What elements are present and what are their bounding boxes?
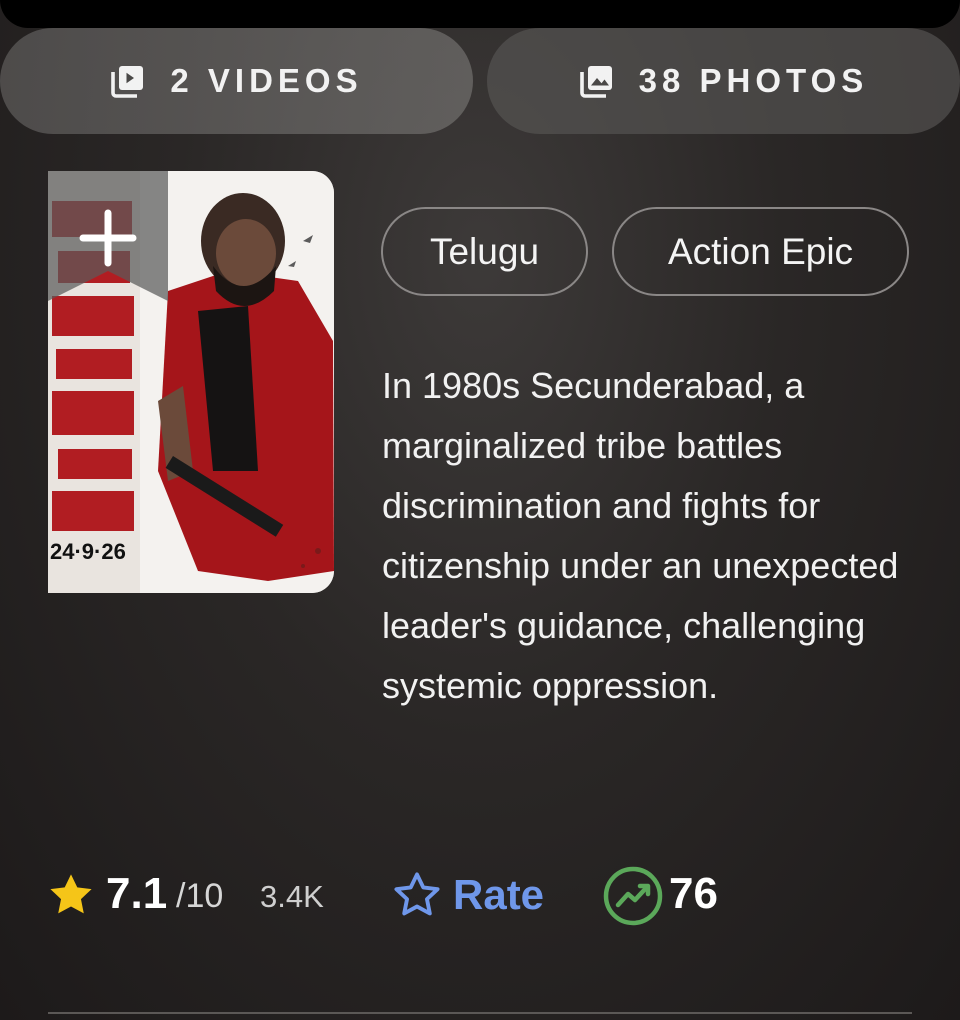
vote-count: 3.4K [260, 879, 324, 914]
rating-row: 7.1 /10 3.4K Rate 76 [44, 865, 924, 927]
photos-button[interactable]: 38 PHOTOS [487, 28, 960, 134]
popularity-rank[interactable]: 76 [669, 869, 718, 919]
add-to-watchlist-button[interactable] [48, 171, 168, 301]
section-divider [48, 1012, 912, 1014]
star-filled-icon [50, 874, 92, 914]
top-bar-edge [0, 0, 960, 28]
rate-button[interactable]: Rate [453, 871, 544, 919]
genre-chip-action-epic[interactable]: Action Epic [612, 207, 909, 296]
trending-up-icon[interactable] [602, 865, 664, 927]
photos-label: 38 PHOTOS [638, 62, 869, 99]
plot-summary[interactable]: In 1980s Secunderabad, a marginalized tr… [382, 356, 922, 716]
videos-label: 2 VIDEOS [170, 62, 363, 99]
video-library-icon [111, 66, 144, 98]
rating-score: 7.1 [106, 869, 168, 918]
star-outline-icon[interactable] [390, 869, 444, 921]
poster-release-date: 24·9·26 [50, 539, 126, 564]
genre-chip-telugu[interactable]: Telugu [381, 207, 588, 296]
photo-library-icon [579, 66, 612, 98]
videos-button[interactable]: 2 VIDEOS [0, 28, 473, 134]
rating-scale: /10 [176, 877, 224, 915]
movie-poster[interactable]: 24·9·26 [48, 171, 334, 593]
